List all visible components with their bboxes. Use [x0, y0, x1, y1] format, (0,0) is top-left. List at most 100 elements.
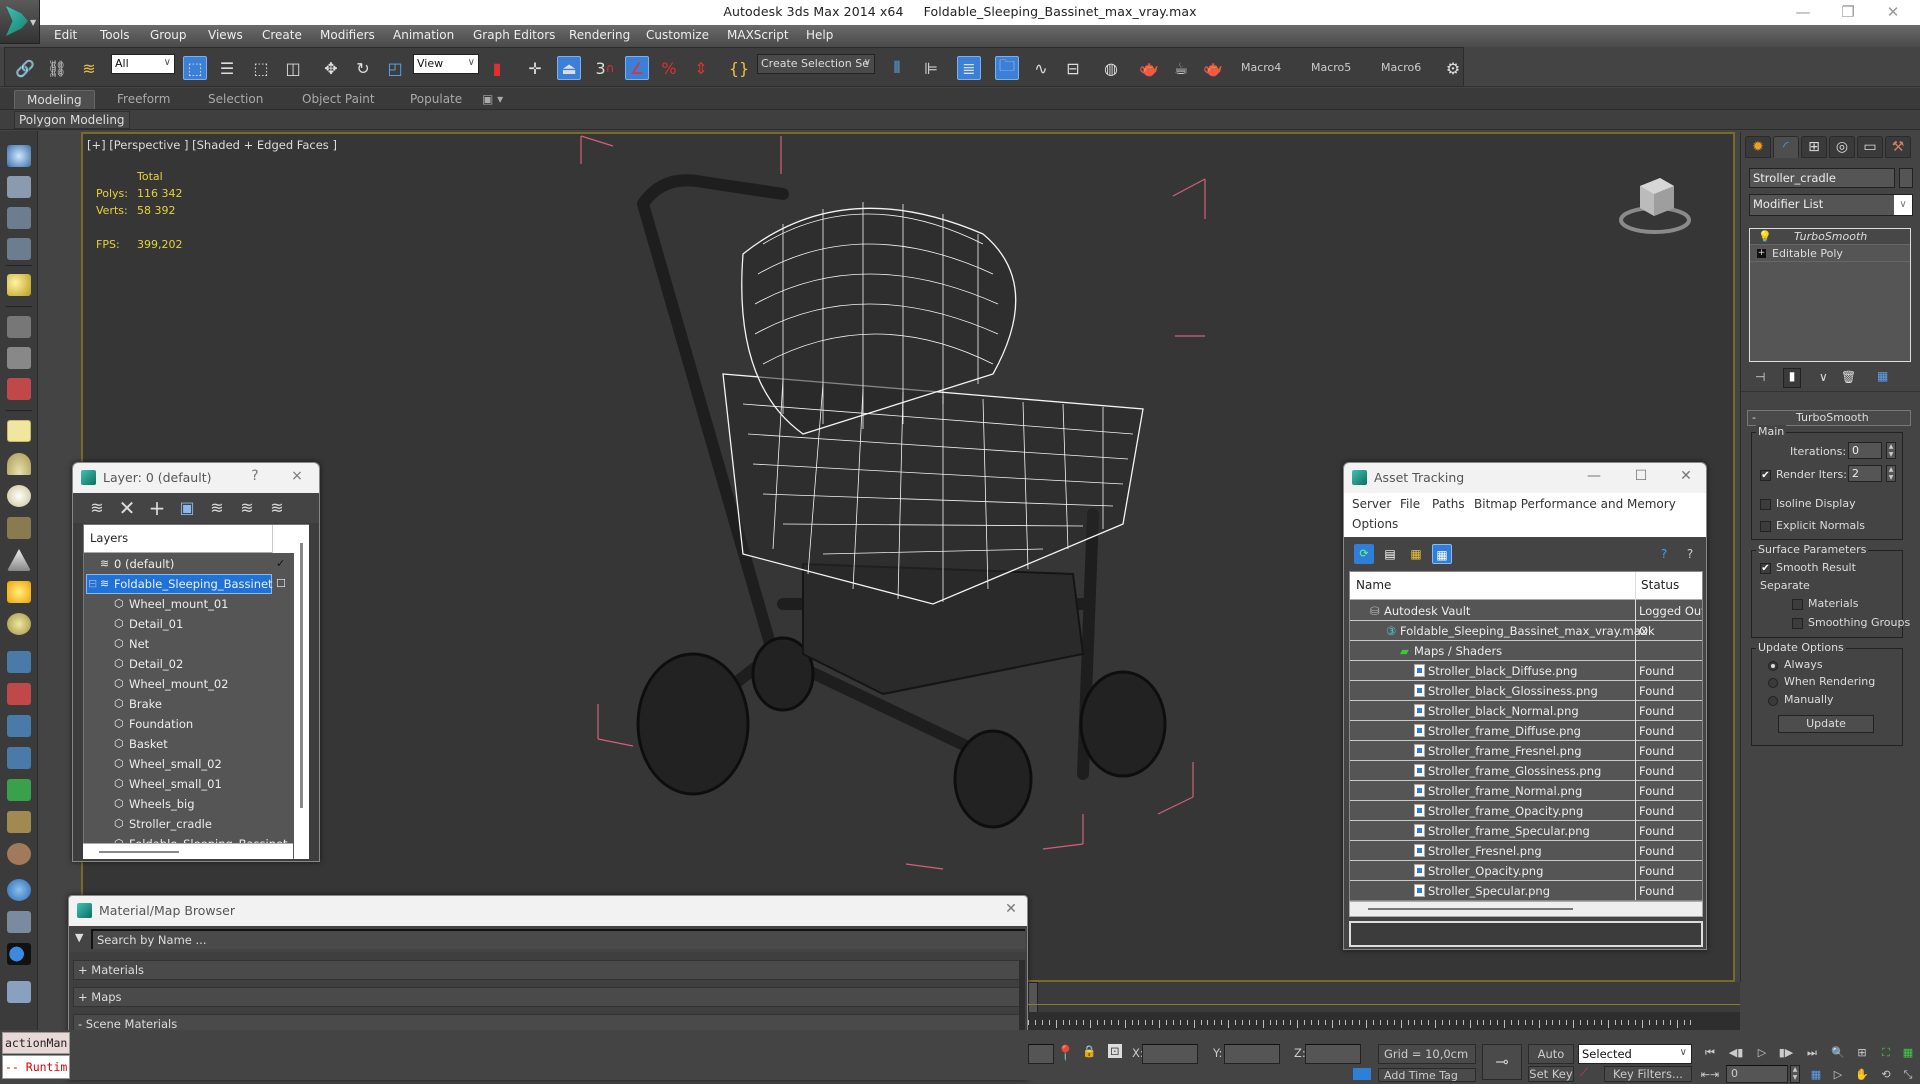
horizontal-scrollbar[interactable] — [83, 843, 293, 859]
highlight-selected-layer-icon[interactable]: ≋ — [207, 498, 227, 518]
key-mode-toggle-icon[interactable]: ⇤⇥ — [1700, 1066, 1720, 1084]
tab-object-paint[interactable]: Object Paint — [290, 90, 387, 109]
render-iters-field[interactable]: 2 — [1848, 465, 1882, 482]
zoom-extents-icon[interactable]: ⛶ — [1876, 1044, 1896, 1062]
export-icon[interactable] — [7, 981, 31, 1003]
asset-row[interactable]: Stroller_frame_Fresnel.png Found — [1350, 741, 1702, 761]
scrollbar-thumb[interactable] — [1368, 908, 1573, 910]
explicit-normals-checkbox[interactable] — [1760, 521, 1771, 532]
scrollbar-thumb[interactable] — [99, 851, 179, 853]
select-and-manipulate-icon[interactable]: ✛ — [523, 56, 547, 80]
iterations-field[interactable]: 0 — [1848, 442, 1882, 459]
gear-icon[interactable] — [7, 747, 31, 769]
tab-populate[interactable]: Populate — [398, 90, 474, 109]
layer-row[interactable]: ⬡ Wheel_mount_01 — [84, 594, 294, 614]
stack-item-turbosmooth[interactable]: 💡 TurboSmooth — [1750, 229, 1910, 245]
help-icon[interactable]: ? — [1654, 544, 1674, 564]
asset-row[interactable]: Stroller_Fresnel.png Found — [1350, 841, 1702, 861]
render-iters-spinner[interactable]: ▲ ▼ — [1886, 465, 1896, 482]
minimize-button[interactable]: — — [1584, 468, 1604, 484]
zoom-icon[interactable]: 🔍 — [1828, 1044, 1848, 1062]
select-tool-icon[interactable] — [7, 911, 31, 933]
go-to-end-icon[interactable]: ⏭ — [1802, 1044, 1822, 1062]
time-configuration-icon[interactable]: ▦ — [1806, 1066, 1826, 1084]
menu-help[interactable]: Help — [806, 28, 833, 42]
keyboard-shortcut-override-icon[interactable]: ⏏ — [557, 56, 581, 80]
particle-icon[interactable] — [7, 651, 31, 673]
hierarchy-tab-icon[interactable]: ⊞ — [1801, 136, 1827, 158]
list-view-icon[interactable]: ▤ — [1380, 544, 1400, 564]
menu-file[interactable]: File — [1400, 497, 1420, 511]
menu-views[interactable]: Views — [208, 28, 243, 42]
reference-coordinate-dropdown[interactable]: View ∨ — [413, 54, 479, 74]
turbosmooth-rollout-header[interactable]: - TurboSmooth — [1747, 410, 1911, 426]
layer-row[interactable]: ⬡ Wheel_mount_02 — [84, 674, 294, 694]
schematic-view-icon[interactable]: ⊟ — [1061, 56, 1085, 80]
key-mode-dropdown[interactable]: Selected ∨ — [1578, 1044, 1692, 1064]
polygon-modeling-panel[interactable]: Polygon Modeling — [14, 111, 130, 129]
section-materials[interactable]: + Materials — [73, 960, 1021, 980]
skylight-icon[interactable] — [7, 453, 31, 475]
modify-tab-icon[interactable]: ◜ — [1773, 136, 1799, 158]
percent-snap-icon[interactable]: % — [657, 56, 681, 80]
unlink-selection-icon[interactable]: ⛓ — [45, 56, 69, 80]
smoothing-groups-checkbox[interactable] — [1792, 618, 1803, 629]
material-browser-titlebar[interactable]: Material/Map Browser ✕ — [69, 896, 1027, 926]
stack-item-editable-poly[interactable]: + Editable Poly — [1750, 246, 1910, 262]
asset-row[interactable]: Stroller_frame_Opacity.png Found — [1350, 801, 1702, 821]
layer-window-titlebar[interactable]: Layer: 0 (default) ? × — [73, 463, 319, 493]
menu-edit[interactable]: Edit — [54, 28, 77, 42]
create-tab-icon[interactable]: ✹ — [1745, 136, 1771, 158]
refresh-icon[interactable]: ⟳ — [1354, 544, 1374, 564]
layer-row[interactable]: ⬡ Net — [84, 634, 294, 654]
align-icon[interactable]: ⊫ — [919, 56, 943, 80]
scene-explorer-icon[interactable]: 🗀 — [995, 56, 1019, 80]
rectangular-selection-icon[interactable]: ⬚ — [249, 56, 273, 80]
time-tag-icon[interactable] — [1353, 1068, 1371, 1080]
ribbon-options-icon[interactable]: ▣ ▾ — [478, 90, 507, 109]
application-menu-button[interactable]: ▼ — [0, 0, 40, 44]
asset-row[interactable]: Stroller_frame_Normal.png Found — [1350, 781, 1702, 801]
layer-row[interactable]: ≋ 0 (default) ✓ — [84, 554, 294, 574]
tab-modeling[interactable]: Modeling — [14, 90, 95, 109]
sphere-light-icon[interactable] — [7, 613, 31, 635]
section-maps[interactable]: + Maps — [73, 987, 1021, 1007]
delete-layer-icon[interactable]: ✕ — [117, 498, 137, 518]
named-selection-sets-dropdown[interactable]: Create Selection Se ∨ — [757, 54, 875, 74]
asset-row[interactable]: ⛁ Autodesk Vault Logged Out — [1350, 601, 1702, 621]
isolate-selection-icon[interactable]: 📍 — [1056, 1044, 1075, 1062]
object-name-field[interactable]: Stroller_cradle — [1749, 168, 1895, 188]
close-button[interactable]: ✕ — [1870, 0, 1916, 25]
make-unique-icon[interactable]: ∨ — [1819, 370, 1828, 384]
asset-row[interactable]: ▰ Maps / Shaders — [1350, 641, 1702, 661]
menu-graph-editors[interactable]: Graph Editors — [473, 28, 555, 42]
horizontal-scrollbar[interactable] — [1349, 901, 1703, 917]
y-coordinate-field[interactable] — [1224, 1044, 1280, 1064]
video-camera-icon[interactable] — [7, 378, 31, 400]
help-topics-icon[interactable]: ? — [1680, 544, 1700, 564]
asset-row[interactable]: Stroller_Specular.png Found — [1350, 881, 1702, 900]
column-name[interactable]: Name — [1356, 578, 1391, 592]
scrollbar-thumb[interactable] — [300, 543, 303, 808]
maxscript-listener-input[interactable]: actionMan — [2, 1032, 70, 1054]
show-end-result-icon[interactable]: ▮ — [1783, 368, 1801, 388]
maximize-button[interactable]: ☐ — [1631, 468, 1651, 484]
help-button[interactable]: ? — [245, 468, 265, 484]
create-layer-icon[interactable]: ≋ — [87, 498, 107, 518]
asset-row[interactable]: Stroller_frame_Specular.png Found — [1350, 821, 1702, 841]
search-input[interactable]: Search by Name ... — [91, 929, 1025, 949]
smooth-result-checkbox[interactable]: ✔ — [1760, 563, 1771, 574]
motion-tab-icon[interactable]: ◎ — [1829, 136, 1855, 158]
connect-icon[interactable] — [7, 683, 31, 705]
tab-selection[interactable]: Selection — [196, 90, 275, 109]
update-when-rendering-radio[interactable] — [1768, 678, 1778, 688]
menu-customize[interactable]: Customize — [646, 28, 709, 42]
layers-column-header[interactable]: Layers — [84, 525, 294, 553]
display-tab-icon[interactable]: ▭ — [1857, 136, 1883, 158]
maximize-viewport-icon[interactable]: ⤡ — [1898, 1066, 1918, 1084]
macro5-button[interactable]: Macro5 — [1311, 61, 1351, 74]
plane-light-icon[interactable] — [7, 420, 31, 442]
vertical-scrollbar[interactable] — [294, 525, 309, 859]
set-key-mode-icon[interactable]: ⊸ — [1482, 1044, 1522, 1080]
rendered-frame-window-icon[interactable]: ☕ — [1169, 56, 1193, 80]
